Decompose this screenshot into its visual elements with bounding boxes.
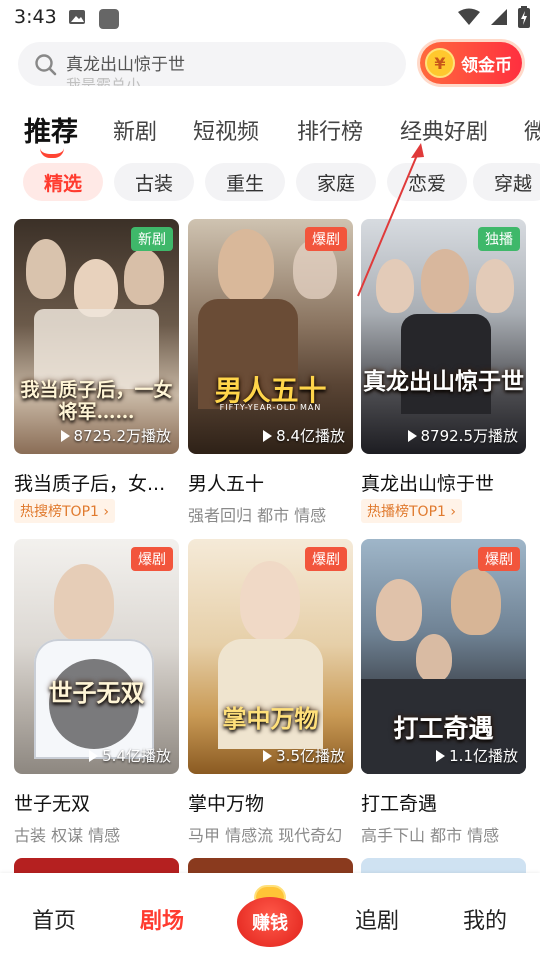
play-count: 8792.5万播放 <box>407 425 519 446</box>
play-count: 3.5亿播放 <box>263 745 345 766</box>
play-count-text: 5.4亿播放 <box>102 747 171 765</box>
tab-ranking[interactable]: 排行榜 <box>297 114 363 146</box>
play-count-text: 1.1亿播放 <box>449 747 518 765</box>
drama-tags: 古装 权谋 情感 <box>14 826 121 845</box>
drama-title[interactable]: 打工奇遇 <box>361 789 529 816</box>
drama-title[interactable]: 我当质子后，女... <box>14 469 182 496</box>
drama-poster[interactable]: 世子无双 爆剧 5.4亿播放 <box>14 539 179 774</box>
hot-badge: 爆剧 <box>305 227 347 251</box>
signal-icon <box>491 9 507 25</box>
play-icon <box>407 429 417 442</box>
rank-tag[interactable]: 热搜榜TOP1 › <box>14 499 115 523</box>
get-coins-label: 领金币 <box>461 55 512 76</box>
tab-classic[interactable]: 经典好剧 <box>400 114 488 146</box>
play-count: 8725.2万播放 <box>60 425 172 446</box>
drama-poster[interactable]: 我当质子后，一女将军…… 新剧 8725.2万播放 <box>14 219 179 454</box>
drama-poster[interactable]: 真龙出山惊于世 独播 8792.5万播放 <box>361 219 526 454</box>
genre-chips: 精选 古装 重生 家庭 恋爱 穿越 <box>0 163 540 201</box>
drama-title[interactable]: 掌中万物 <box>188 789 356 816</box>
drama-title[interactable]: 真龙出山惊于世 <box>361 469 529 496</box>
drama-tags: 高手下山 都市 情感 <box>361 826 500 845</box>
status-time: 3:43 <box>14 6 57 28</box>
battery-icon <box>518 6 530 28</box>
tab-new-drama[interactable]: 新剧 <box>113 114 157 146</box>
new-badge: 新剧 <box>131 227 173 251</box>
play-icon <box>60 429 70 442</box>
bottom-nav: 首页 剧场 赚钱 追剧 我的 <box>0 873 540 960</box>
drama-tags: 强者回归 都市 情感 <box>188 506 327 525</box>
coin-icon: ¥ <box>425 48 455 78</box>
wifi-icon <box>458 8 480 25</box>
play-icon <box>263 749 273 762</box>
rank-tag[interactable]: 热播榜TOP1 › <box>361 499 462 523</box>
play-count: 1.1亿播放 <box>436 745 518 766</box>
nav-mine[interactable]: 我的 <box>463 903 507 935</box>
poster-subtitle: FIFTY-YEAR-OLD MAN <box>219 403 322 412</box>
hot-badge: 爆剧 <box>131 547 173 571</box>
poster-title: 掌中万物 <box>222 704 319 733</box>
chip-rebirth[interactable]: 重生 <box>205 163 285 201</box>
earn-money-label: 赚钱 <box>252 913 288 934</box>
play-icon <box>436 749 446 762</box>
drama-poster[interactable]: 男人五十 FIFTY-YEAR-OLD MAN 爆剧 8.4亿播放 <box>188 219 353 454</box>
drama-tags: 马甲 情感流 现代奇幻 <box>188 826 343 845</box>
poster-title: 世子无双 <box>48 678 145 707</box>
search-bar[interactable]: 真龙出山惊于世 我是霸总小 <box>18 42 406 86</box>
nav-theater[interactable]: 剧场 <box>140 903 184 935</box>
poster-title: 打工奇遇 <box>393 714 494 743</box>
chip-costume[interactable]: 古装 <box>114 163 194 201</box>
drama-poster[interactable]: 掌中万物 爆剧 3.5亿播放 <box>188 539 353 774</box>
play-count: 5.4亿播放 <box>89 745 171 766</box>
hot-badge: 爆剧 <box>305 547 347 571</box>
drama-title[interactable]: 男人五十 <box>188 469 356 496</box>
nav-home[interactable]: 首页 <box>32 903 76 935</box>
drama-poster[interactable]: 打工奇遇 爆剧 1.1亿播放 <box>361 539 526 774</box>
chip-time-travel[interactable]: 穿越 <box>473 163 540 201</box>
app-icon <box>99 9 119 29</box>
chip-romance[interactable]: 恋爱 <box>387 163 467 201</box>
chip-family[interactable]: 家庭 <box>296 163 376 201</box>
active-tab-indicator <box>40 148 64 158</box>
hot-badge: 爆剧 <box>478 547 520 571</box>
drama-title[interactable]: 世子无双 <box>14 789 182 816</box>
category-tabs: 推荐 新剧 短视频 排行榜 经典好剧 微 <box>0 108 540 158</box>
get-coins-button[interactable]: ¥ 领金币 <box>420 42 522 84</box>
play-count-text: 8725.2万播放 <box>73 427 172 445</box>
play-count-text: 3.5亿播放 <box>276 747 345 765</box>
play-icon <box>89 749 99 762</box>
earn-money-button[interactable]: 赚钱 <box>237 885 303 947</box>
search-suggestion: 真龙出山惊于世 <box>66 55 185 75</box>
search-icon <box>35 54 57 76</box>
status-bar: 3:43 <box>0 0 540 36</box>
search-suggestion-next: 我是霸总小 <box>66 76 142 86</box>
exclusive-badge: 独播 <box>478 227 520 251</box>
poster-title: 我当质子后，一女将军…… <box>20 379 173 423</box>
chip-featured[interactable]: 精选 <box>23 163 103 201</box>
play-count-text: 8792.5万播放 <box>420 427 519 445</box>
image-icon <box>69 10 85 24</box>
play-count-text: 8.4亿播放 <box>276 427 345 445</box>
tab-short-video[interactable]: 短视频 <box>193 114 259 146</box>
tab-more[interactable]: 微 <box>524 114 540 146</box>
tab-recommend[interactable]: 推荐 <box>24 110 78 149</box>
play-icon <box>263 429 273 442</box>
play-count: 8.4亿播放 <box>263 425 345 446</box>
poster-title: 真龙出山惊于世 <box>363 368 524 395</box>
nav-follow[interactable]: 追剧 <box>355 903 399 935</box>
